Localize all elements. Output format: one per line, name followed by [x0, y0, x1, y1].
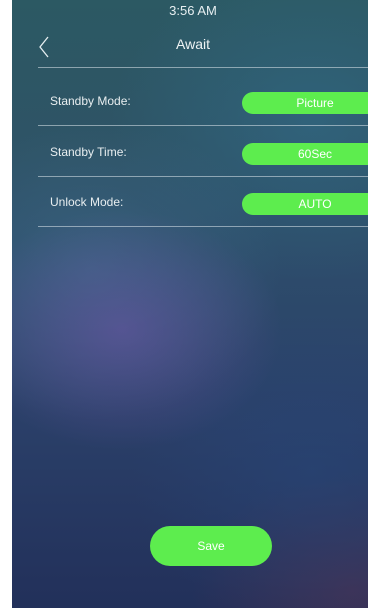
setting-row-standby-mode: Standby Mode: Picture — [38, 82, 368, 126]
setting-row-standby-time: Standby Time: 60Sec — [38, 133, 368, 177]
nav-bar: Await — [12, 26, 368, 66]
page-title: Await — [176, 36, 210, 52]
standby-mode-label: Standby Mode: — [50, 94, 131, 108]
unlock-mode-label: Unlock Mode: — [50, 195, 124, 209]
standby-time-selector[interactable]: 60Sec — [242, 143, 368, 165]
standby-time-label: Standby Time: — [50, 145, 127, 159]
save-button[interactable]: Save — [150, 526, 272, 566]
row-divider — [38, 176, 368, 177]
header-divider — [38, 67, 368, 68]
row-divider — [38, 125, 368, 126]
await-screen: 3:56 AM Await Standby Mode: Picture Stan… — [12, 0, 368, 608]
standby-mode-selector[interactable]: Picture — [242, 92, 368, 114]
row-divider — [38, 226, 368, 227]
unlock-mode-selector[interactable]: AUTO — [242, 193, 368, 215]
setting-row-unlock-mode: Unlock Mode: AUTO — [38, 183, 368, 227]
status-bar: 3:56 AM — [12, 0, 368, 22]
status-time: 3:56 AM — [169, 3, 217, 18]
device-frame: 3:56 AM Await Standby Mode: Picture Stan… — [0, 0, 368, 608]
